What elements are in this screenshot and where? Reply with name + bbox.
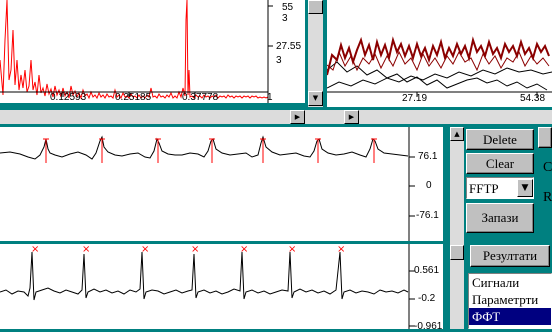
chevron-down-icon[interactable]: ▼ — [517, 179, 533, 197]
top-hscrollbar[interactable]: ▶ ▶ — [0, 110, 552, 124]
spectrum-line — [0, 0, 269, 100]
list-item[interactable]: Сигнали — [469, 274, 551, 291]
list-item-selected[interactable]: ФФТ — [469, 308, 551, 325]
rr-peak-marker: × — [31, 244, 39, 255]
scroll-right-button[interactable]: ▶ — [344, 110, 359, 124]
spectrum-y-tick: 3 — [276, 55, 282, 66]
spectrum-y-tick: 27.55 — [276, 41, 302, 52]
ecg-y-tick: 76.1 — [418, 151, 438, 162]
spectrum-plot: 55 3 27.55 3 0.12593 0.25185 0.37778 1 — [0, 0, 305, 103]
rr-peak-marker: × — [240, 244, 248, 255]
rr-y-tick: -0.961 — [414, 321, 443, 332]
ecg-y-tick: 0 — [426, 180, 432, 191]
tab-results[interactable]: Резултати — [470, 245, 550, 267]
spectrum-x-tick: 0.37778 — [182, 92, 219, 103]
trace-x-tick: 27.19 — [402, 93, 428, 104]
clear-button[interactable]: Clear — [466, 153, 534, 174]
rr-plot: × × × × × × × 0.561 -0.2 -0.961 — [0, 244, 443, 332]
partial-label-c: C — [543, 160, 552, 175]
rr-peak-marker: × — [288, 244, 296, 255]
rr-peak-marker: × — [141, 244, 149, 255]
rr-y-tick: 0.561 — [414, 265, 440, 276]
scroll-right-button[interactable]: ▶ — [290, 110, 305, 124]
scroll-up-button[interactable]: ▲ — [450, 127, 464, 141]
results-list[interactable]: Сигнали Параметрти ФФТ — [468, 273, 552, 329]
delete-button[interactable]: Delete — [466, 129, 534, 150]
ecg-y-tick: -76.1 — [416, 210, 439, 221]
select-value: FFTP — [469, 181, 499, 196]
trace-line-black-1 — [327, 61, 548, 91]
ecg-markers — [43, 138, 377, 163]
scroll-down-button[interactable]: ▼ — [308, 91, 323, 106]
spectrum-vscrollbar[interactable]: ▼ — [308, 0, 323, 107]
trace-svg — [327, 36, 552, 97]
trace-x-tick: 54.38 — [520, 93, 546, 104]
rr-peak-marker: × — [337, 244, 345, 255]
rr-markers: × × × × × × × — [31, 244, 345, 255]
spectrum-svg — [0, 0, 273, 103]
rr-peak-marker: × — [82, 244, 90, 255]
spectrum-x-tick: 1 — [267, 92, 273, 103]
spectrum-x-tick: 0.12593 — [50, 92, 87, 103]
ecg-plot: 76.1 0 -76.1 — [0, 127, 443, 241]
scroll-thumb[interactable] — [450, 245, 464, 260]
rr-y-tick: -0.2 — [418, 293, 436, 304]
spectrum-y-tick: 3 — [282, 13, 288, 24]
fft-type-select[interactable]: FFTP ▼ — [466, 177, 534, 199]
list-item[interactable]: Параметрти — [469, 291, 551, 308]
partial-button[interactable] — [538, 127, 552, 148]
trace-line-black-2 — [327, 67, 552, 89]
spectrum-x-tick: 0.25185 — [115, 92, 152, 103]
spectrum-y-tick: 55 — [282, 2, 294, 13]
main-vscrollbar[interactable]: ▲ — [450, 127, 464, 329]
rr-peak-marker: × — [191, 244, 199, 255]
scroll-thumb[interactable] — [308, 0, 323, 14]
save-button[interactable]: Запази — [466, 203, 534, 233]
partial-label-r: R — [543, 190, 552, 205]
trace-plot: 27.19 54.38 — [327, 0, 552, 107]
